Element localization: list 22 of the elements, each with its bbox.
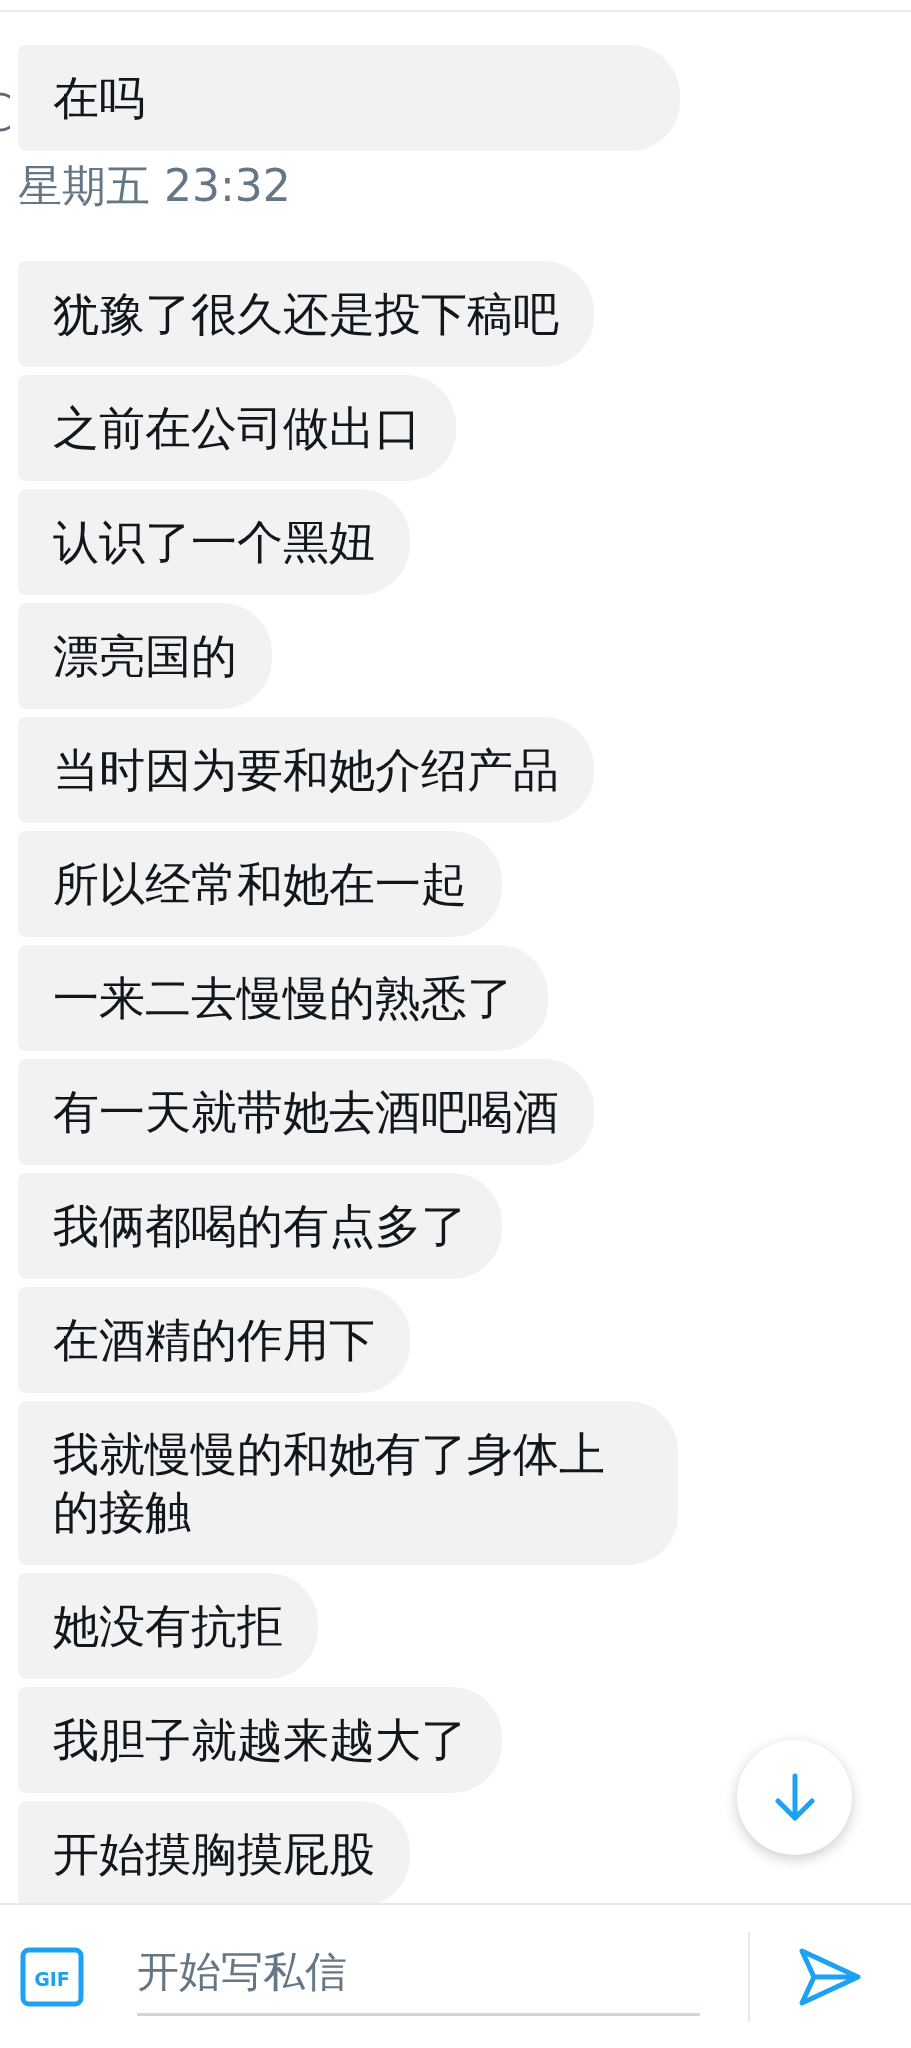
message-bubble: 有一天就带她去酒吧喝酒	[18, 1059, 594, 1165]
message-bubble: 所以经常和她在一起	[18, 831, 502, 937]
message-bubble: 认识了一个黑妞	[18, 489, 410, 595]
message-bubble: 在吗	[18, 45, 680, 151]
message-bubble: 当时因为要和她介绍产品	[18, 717, 594, 823]
message-bubble: 犹豫了很久还是投下稿吧	[18, 261, 594, 367]
message-bubble: 漂亮国的	[18, 603, 272, 709]
message-bubble: 她没有抗拒	[18, 1573, 318, 1679]
send-button[interactable]	[798, 1946, 862, 2007]
message-timestamp: 星期五 23:32	[18, 161, 291, 211]
avatar-icon	[0, 92, 10, 132]
message-bubble: 我俩都喝的有点多了	[18, 1173, 502, 1279]
message-bubble: 我就慢慢的和她有了身体上的接触	[18, 1401, 678, 1565]
message-bubble: 我胆子就越来越大了	[18, 1687, 502, 1793]
message-bubble: 一来二去慢慢的熟悉了	[18, 945, 548, 1051]
message-bubble: 在酒精的作用下	[18, 1287, 410, 1393]
message-input-field[interactable]: 开始写私信	[137, 1937, 700, 2016]
message-bubble: 开始摸胸摸屁股	[18, 1801, 410, 1903]
message-bubble: 之前在公司做出口	[18, 375, 456, 481]
arrow-down-icon	[772, 1772, 817, 1823]
gif-button[interactable]: GIF	[20, 1946, 84, 2007]
scroll-down-button[interactable]	[737, 1740, 852, 1855]
